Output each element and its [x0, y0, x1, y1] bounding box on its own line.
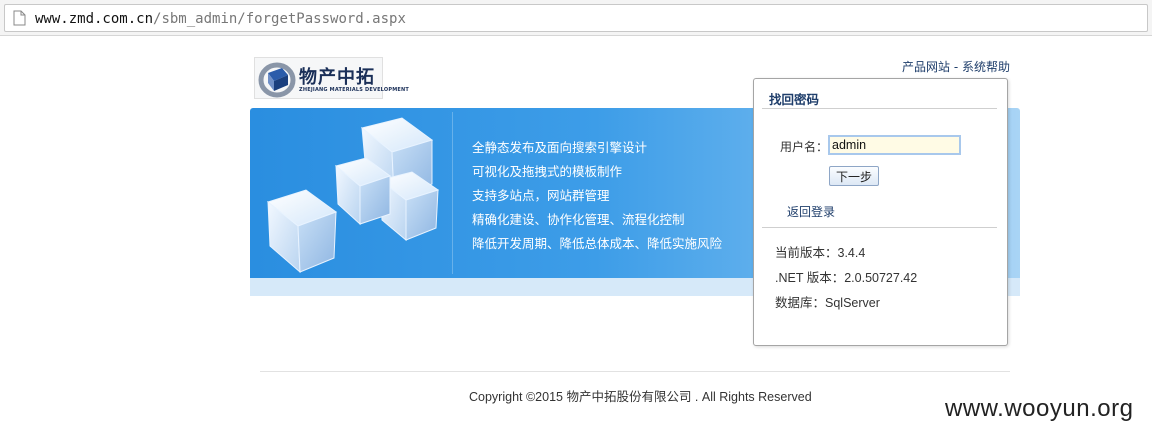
panel-divider	[762, 108, 997, 109]
cubes-illustration-icon	[266, 117, 440, 274]
feature-item: 全静态发布及面向搜索引擎设计	[472, 140, 648, 155]
feature-item: 精确化建设、协作化管理、流程化控制	[472, 212, 685, 227]
url-path: /sbm_admin/forgetPassword.aspx	[153, 11, 406, 27]
feature-item: 降低开发周期、降低总体成本、降低实施风险	[472, 236, 723, 251]
watermark: www.wooyun.org	[945, 395, 1134, 422]
footer-divider	[260, 371, 1010, 372]
logo-name-cn: 物产中拓	[299, 67, 375, 88]
url-text[interactable]: www.zmd.com.cn/sbm_admin/forgetPassword.…	[35, 10, 406, 28]
url-field[interactable]: www.zmd.com.cn/sbm_admin/forgetPassword.…	[4, 4, 1148, 32]
page-icon	[13, 10, 26, 26]
product-site-link[interactable]: 产品网站	[902, 60, 950, 74]
panel-title: 找回密码	[769, 92, 820, 107]
panel-divider	[762, 227, 997, 228]
feature-item: 支持多站点，网站群管理	[472, 188, 610, 203]
username-input[interactable]	[828, 135, 961, 155]
company-logo: 物产中拓 ZHEJIANG MATERIALS DEVELOPMENT	[254, 57, 409, 99]
password-recovery-panel: 找回密码 用户名： 下一步 返回登录 当前版本：3.4.4 .NET 版本：2.…	[753, 78, 1008, 346]
logo-mark-icon	[258, 62, 296, 98]
next-step-button[interactable]: 下一步	[829, 166, 879, 186]
system-info: 当前版本：3.4.4 .NET 版本：2.0.50727.42 数据库：SqlS…	[775, 241, 917, 316]
dotnet-version-info: .NET 版本：2.0.50727.42	[775, 271, 918, 285]
feature-list: 全静态发布及面向搜索引擎设计 可视化及拖拽式的模板制作 支持多站点，网站群管理 …	[472, 136, 722, 256]
url-domain: www.zmd.com.cn	[35, 11, 154, 27]
logo-name-en: ZHEJIANG MATERIALS DEVELOPMENT	[299, 87, 409, 93]
feature-item: 可视化及拖拽式的模板制作	[472, 164, 623, 179]
help-link[interactable]: 系统帮助	[962, 60, 1010, 74]
version-info: 当前版本：3.4.4	[775, 246, 866, 260]
top-links: 产品网站 - 系统帮助	[902, 58, 1010, 75]
back-to-login-link[interactable]: 返回登录	[787, 203, 835, 220]
top-links-separator: -	[950, 60, 962, 74]
username-label: 用户名：	[780, 140, 829, 154]
database-info: 数据库：SqlServer	[775, 296, 880, 310]
banner-divider	[452, 112, 453, 274]
address-bar: www.zmd.com.cn/sbm_admin/forgetPassword.…	[0, 0, 1152, 36]
copyright-text: Copyright ©2015 物产中拓股份有限公司 . All Rights …	[469, 390, 812, 404]
